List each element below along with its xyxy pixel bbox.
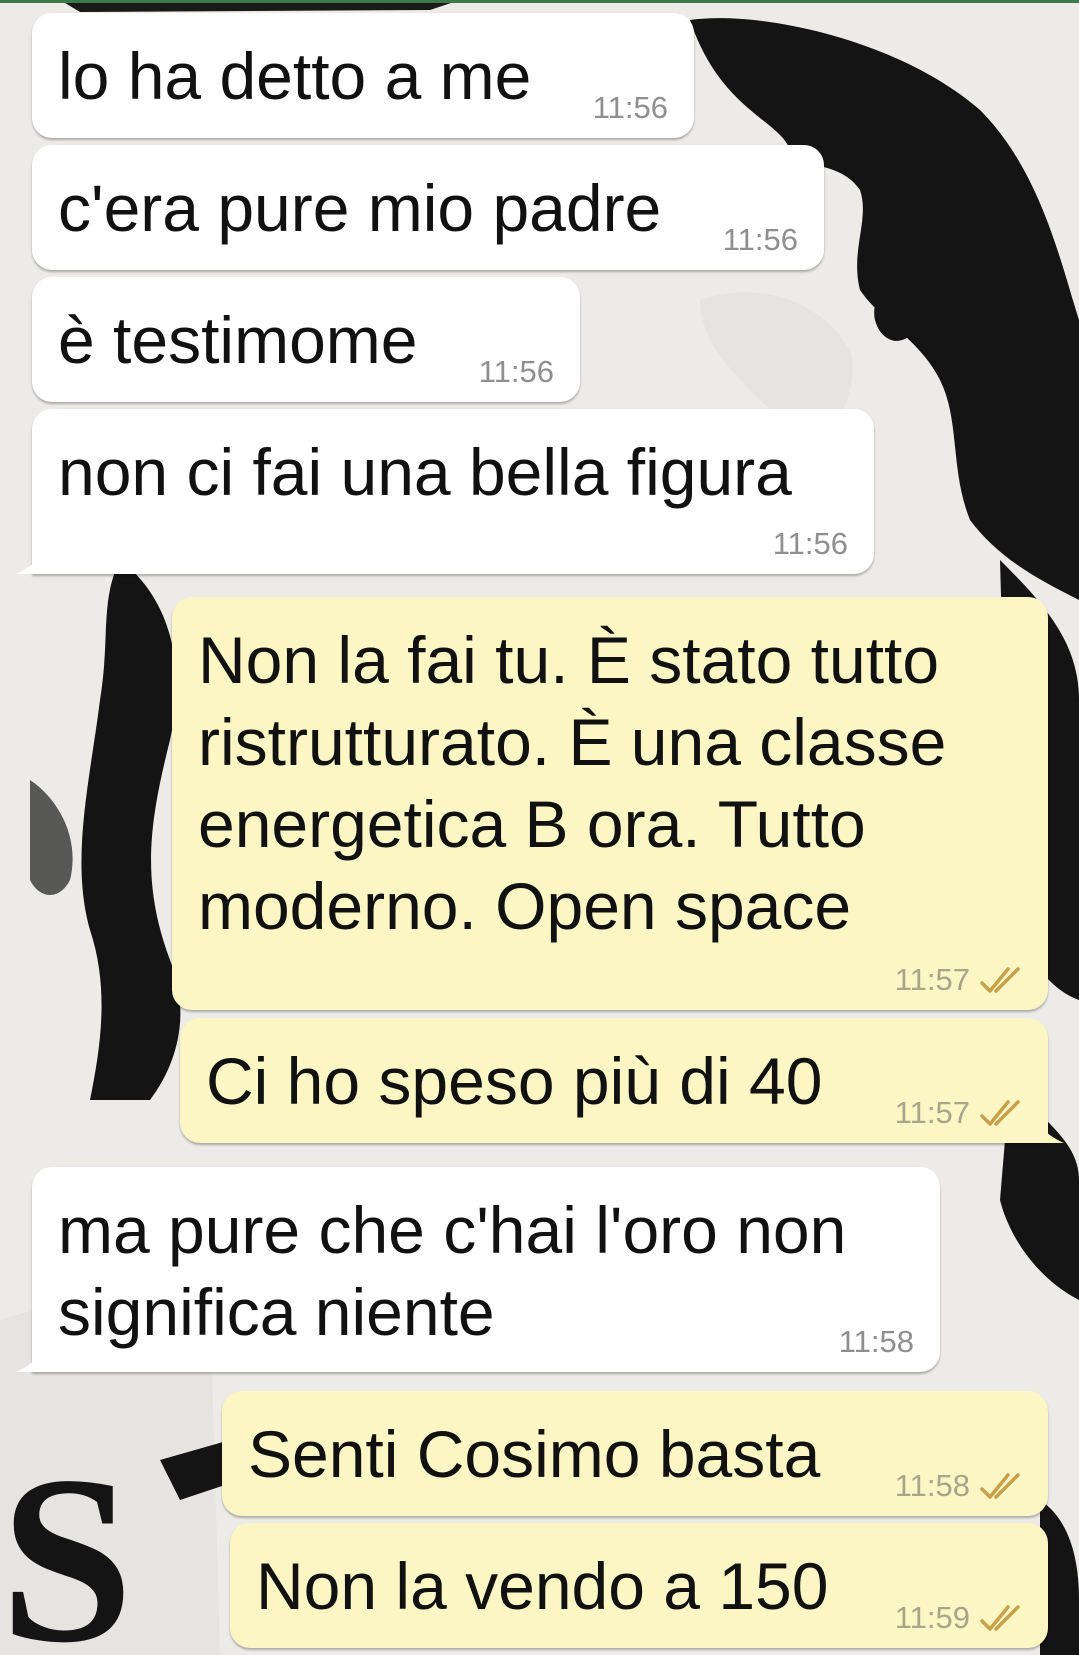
message-meta: 11:58 (895, 1468, 1022, 1504)
message-text: Senti Cosimo basta (248, 1417, 821, 1491)
status-accent-line (0, 0, 1079, 3)
message-text: Ci ho speso più di 40 (206, 1044, 823, 1118)
message-text: lo ha detto a me (58, 39, 532, 113)
message-time: 11:58 (838, 1324, 914, 1359)
message-meta: 11:56 (723, 222, 798, 258)
message-meta: 11:56 (593, 90, 668, 126)
message-text: ma pure che c'hai l'oro non significa ni… (58, 1193, 847, 1349)
message-time: 11:57 (894, 962, 970, 997)
chat-conversation[interactable]: lo ha detto a me 11:56 c'era pure mio pa… (0, 0, 1079, 1655)
message-incoming[interactable]: ma pure che c'hai l'oro non significa ni… (16, 1167, 940, 1372)
message-meta: 11:59 (895, 1600, 1022, 1636)
message-time: 11:56 (478, 354, 554, 389)
message-meta: 11:56 (773, 526, 848, 562)
message-incoming[interactable]: c'era pure mio padre 11:56 (32, 145, 824, 270)
message-meta: 11:57 (895, 962, 1022, 998)
message-meta: 11:58 (839, 1324, 914, 1360)
message-incoming[interactable]: non ci fai una bella figura 11:56 (16, 409, 874, 574)
message-text: c'era pure mio padre (58, 171, 662, 245)
bubble-tail-icon (1034, 1119, 1064, 1143)
message-meta: 11:56 (479, 354, 554, 390)
bubble-tail-icon (16, 1348, 46, 1372)
read-ticks-icon (980, 1473, 1020, 1499)
message-outgoing[interactable]: Senti Cosimo basta 11:58 (222, 1391, 1048, 1516)
message-text: Non la fai tu. È stato tutto ristruttura… (198, 623, 947, 943)
message-meta: 11:57 (895, 1095, 1022, 1131)
message-incoming[interactable]: è testimome 11:56 (32, 277, 580, 402)
message-incoming[interactable]: lo ha detto a me 11:56 (32, 13, 694, 138)
message-outgoing[interactable]: Ci ho speso più di 40 11:57 (180, 1018, 1064, 1143)
message-time: 11:56 (772, 526, 848, 561)
read-ticks-icon (980, 1605, 1020, 1631)
message-text: Non la vendo a 150 (256, 1549, 829, 1623)
message-outgoing[interactable]: Non la vendo a 150 11:59 (230, 1523, 1048, 1648)
bubble-tail-icon (16, 550, 46, 574)
read-ticks-icon (980, 1100, 1020, 1126)
message-outgoing[interactable]: Non la fai tu. È stato tutto ristruttura… (172, 597, 1048, 1010)
message-time: 11:57 (894, 1095, 970, 1130)
read-ticks-icon (980, 967, 1020, 993)
message-time: 11:56 (722, 222, 798, 257)
message-time: 11:59 (894, 1600, 970, 1635)
message-time: 11:56 (592, 90, 668, 125)
message-text: non ci fai una bella figura (58, 435, 792, 509)
message-text: è testimome (58, 303, 418, 377)
message-time: 11:58 (894, 1468, 970, 1503)
